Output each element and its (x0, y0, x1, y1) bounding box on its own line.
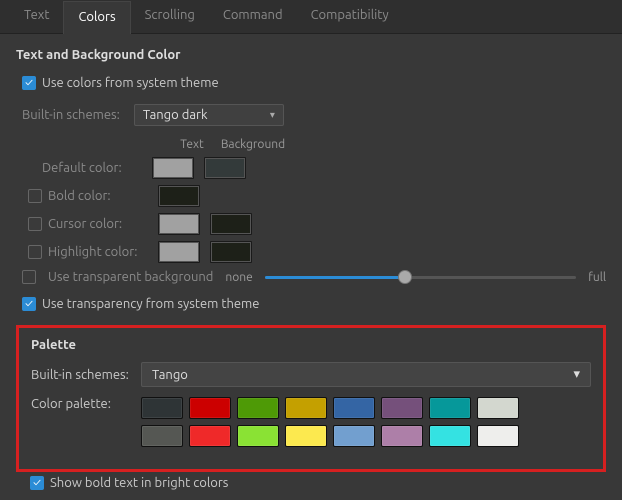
palette-color-0-3[interactable] (285, 397, 327, 419)
tab-text[interactable]: Text (10, 0, 63, 33)
palette-color-1-3[interactable] (285, 425, 327, 447)
dropdown-scheme[interactable]: Tango dark ▾ (134, 104, 284, 126)
chevron-down-icon: ▾ (573, 367, 580, 382)
swatch-default-text[interactable] (152, 157, 194, 179)
checkbox-cursor-color[interactable] (28, 217, 42, 231)
label-transparent-bg: Use transparent background (48, 270, 213, 284)
tabs: Text Colors Scrolling Command Compatibil… (0, 0, 622, 34)
palette-color-0-7[interactable] (477, 397, 519, 419)
swatch-highlight-bg[interactable] (210, 241, 252, 263)
palette-color-1-0[interactable] (141, 425, 183, 447)
tab-scrolling[interactable]: Scrolling (131, 0, 209, 33)
swatch-cursor-bg[interactable] (210, 213, 252, 235)
label-color-palette: Color palette: (31, 397, 141, 411)
palette-color-1-6[interactable] (429, 425, 471, 447)
swatch-default-bg[interactable] (204, 157, 246, 179)
label-builtin-schemes: Built-in schemes: (22, 108, 120, 122)
palette-color-0-4[interactable] (333, 397, 375, 419)
header-text: Text (166, 138, 218, 151)
checkbox-use-system-colors[interactable] (22, 76, 36, 90)
palette-color-1-4[interactable] (333, 425, 375, 447)
label-palette-schemes: Built-in schemes: (31, 368, 141, 382)
tab-command[interactable]: Command (209, 0, 297, 33)
checkbox-bold-color[interactable] (28, 189, 42, 203)
palette-color-0-0[interactable] (141, 397, 183, 419)
checkbox-transparency-system[interactable] (22, 297, 36, 311)
swatch-cursor-text[interactable] (158, 213, 200, 235)
chevron-down-icon: ▾ (270, 109, 275, 121)
palette-color-1-7[interactable] (477, 425, 519, 447)
palette-color-0-1[interactable] (189, 397, 231, 419)
checkbox-transparent-bg[interactable] (22, 270, 36, 284)
label-transparency-system: Use transparency from system theme (42, 297, 259, 311)
label-highlight-color: Highlight color: (48, 245, 158, 259)
palette-color-1-2[interactable] (237, 425, 279, 447)
dropdown-palette-scheme-value: Tango (152, 368, 188, 382)
palette-color-0-6[interactable] (429, 397, 471, 419)
section-title-palette: Palette (31, 338, 591, 352)
section-title-colors: Text and Background Color (16, 48, 606, 62)
label-bold-color: Bold color: (48, 189, 158, 203)
palette-color-0-5[interactable] (381, 397, 423, 419)
palette-color-0-2[interactable] (237, 397, 279, 419)
palette-color-1-1[interactable] (189, 425, 231, 447)
palette-section-highlight: Palette Built-in schemes: Tango ▾ Color … (16, 325, 606, 472)
slider-label-full: full (588, 271, 606, 284)
palette-color-1-5[interactable] (381, 425, 423, 447)
tab-compat[interactable]: Compatibility (297, 0, 403, 33)
color-headers: Text Background (166, 138, 606, 151)
label-bold-bright: Show bold text in bright colors (50, 476, 228, 490)
palette-grid (141, 397, 519, 447)
swatch-highlight-text[interactable] (158, 241, 200, 263)
checkbox-bold-bright[interactable] (30, 476, 44, 490)
checkbox-highlight-color[interactable] (28, 245, 42, 259)
label-default-color: Default color: (42, 161, 152, 175)
tab-colors[interactable]: Colors (63, 1, 130, 34)
swatch-bold-text[interactable] (158, 185, 200, 207)
header-background: Background (218, 138, 288, 151)
dropdown-palette-scheme[interactable]: Tango ▾ (141, 362, 591, 387)
slider-label-none: none (225, 271, 252, 284)
dropdown-scheme-value: Tango dark (143, 108, 208, 122)
transparency-slider[interactable] (265, 269, 577, 285)
label-use-system-colors: Use colors from system theme (42, 76, 219, 90)
label-cursor-color: Cursor color: (48, 217, 158, 231)
